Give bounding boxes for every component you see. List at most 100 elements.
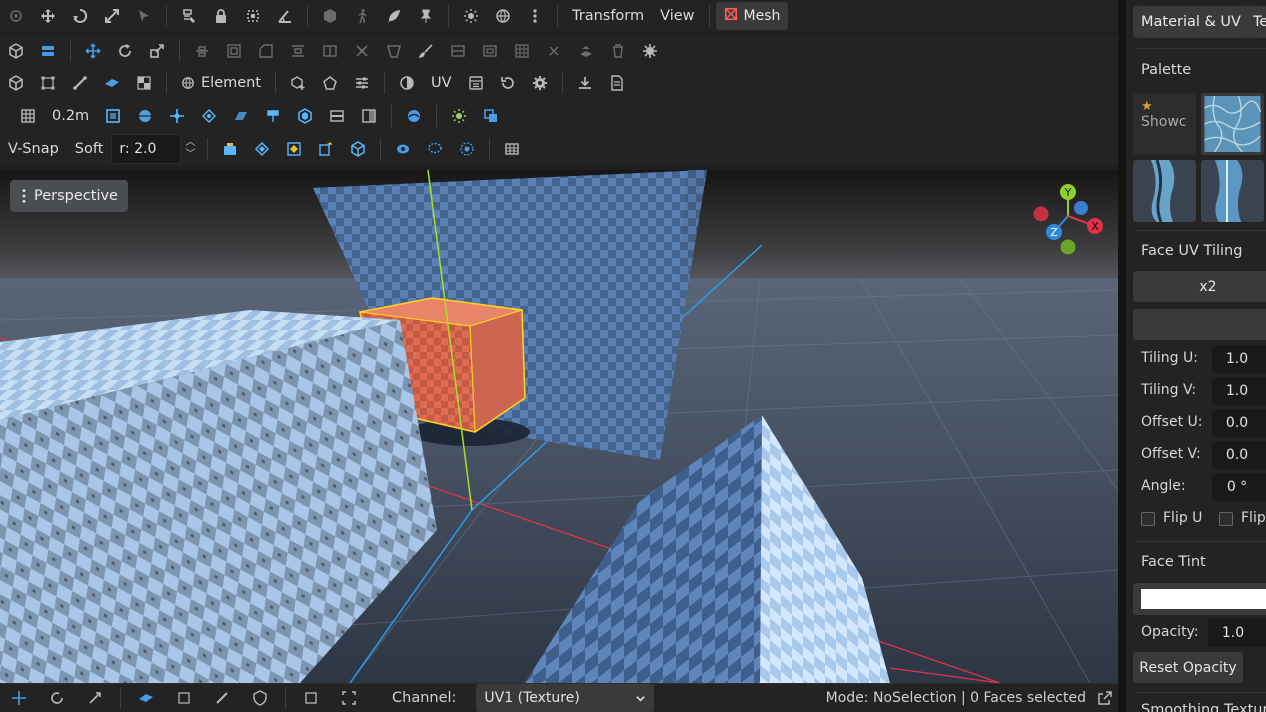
- water-texture-swatch[interactable]: [1201, 93, 1264, 155]
- translate-icon[interactable]: [77, 37, 109, 65]
- sun-icon[interactable]: [443, 102, 475, 130]
- pivot-icon[interactable]: [0, 2, 32, 30]
- offset-u-input[interactable]: 0.0: [1212, 409, 1266, 437]
- snap-move-icon[interactable]: [161, 102, 193, 130]
- rotate-icon[interactable]: [109, 37, 141, 65]
- opacity-input[interactable]: 1.0: [1208, 619, 1266, 647]
- edge-small-icon[interactable]: [203, 684, 241, 712]
- perspective-button[interactable]: Perspective: [10, 180, 128, 212]
- snap-edit-icon[interactable]: [310, 135, 342, 163]
- dissolve-icon[interactable]: [538, 37, 570, 65]
- split-icon[interactable]: [314, 37, 346, 65]
- snap-pivot-icon[interactable]: [257, 102, 289, 130]
- radius-stepper[interactable]: ︿ ﹀: [185, 137, 195, 161]
- orbit-icon[interactable]: [398, 102, 430, 130]
- tab-material-uv[interactable]: Material & UV: [1133, 6, 1249, 38]
- add-object-icon[interactable]: [282, 69, 314, 97]
- uv-grid-icon[interactable]: [292, 684, 330, 712]
- snap-diamond-icon[interactable]: [246, 135, 278, 163]
- globe-icon[interactable]: [487, 2, 519, 30]
- paint-brush-icon[interactable]: [410, 37, 442, 65]
- loop-cut-icon[interactable]: [442, 37, 474, 65]
- flip-v-checkbox[interactable]: [1219, 512, 1233, 526]
- scale-tool-icon[interactable]: [96, 2, 128, 30]
- tiling-v-input[interactable]: 1.0: [1212, 377, 1266, 405]
- snap-camera-icon[interactable]: [214, 135, 246, 163]
- rotate-small-icon[interactable]: [38, 684, 76, 712]
- snap-sphere-icon[interactable]: [129, 102, 161, 130]
- scale-small-icon[interactable]: [76, 684, 114, 712]
- radius-input[interactable]: [111, 134, 182, 164]
- x2-tiling-button[interactable]: x2: [1133, 271, 1266, 302]
- pin-icon[interactable]: [410, 2, 442, 30]
- duplicate-icon[interactable]: [475, 102, 507, 130]
- tiling-preset-button[interactable]: [1133, 309, 1266, 340]
- grid-snap-icon[interactable]: [237, 2, 269, 30]
- snap-edge-icon[interactable]: [321, 102, 353, 130]
- bevel-icon[interactable]: [250, 37, 282, 65]
- tab-second[interactable]: Te: [1245, 6, 1266, 38]
- channel-select[interactable]: UV1 (Texture): [476, 684, 655, 712]
- transform-menu[interactable]: Transform: [564, 2, 652, 30]
- chevron-down-icon[interactable]: ﹀: [185, 149, 195, 161]
- move-tool-icon[interactable]: [32, 2, 64, 30]
- snap-vertex-icon[interactable]: [193, 102, 225, 130]
- external-link-icon[interactable]: [1092, 684, 1118, 712]
- grid-icon[interactable]: [12, 102, 44, 130]
- angle-input[interactable]: 0 °: [1212, 473, 1266, 501]
- eye-icon[interactable]: [387, 135, 419, 163]
- face-small-icon[interactable]: [127, 684, 165, 712]
- file-icon[interactable]: [601, 69, 633, 97]
- download-icon[interactable]: [569, 69, 601, 97]
- paint-select-icon[interactable]: [451, 135, 483, 163]
- grid-size-value[interactable]: 0.2m: [44, 102, 97, 130]
- table-icon[interactable]: [496, 135, 528, 163]
- scale-icon[interactable]: [141, 37, 173, 65]
- move-small-icon[interactable]: [0, 684, 38, 712]
- select-cursor-icon[interactable]: [128, 2, 160, 30]
- column-texture-swatch-1[interactable]: [1133, 160, 1196, 222]
- frame-icon[interactable]: [330, 684, 368, 712]
- sliders-icon[interactable]: [346, 69, 378, 97]
- tiling-u-input[interactable]: 1.0: [1212, 345, 1266, 373]
- layers-icon[interactable]: [32, 37, 64, 65]
- edge-mode-icon[interactable]: [64, 69, 96, 97]
- flip-u-checkbox[interactable]: [1141, 512, 1155, 526]
- offset-v-input[interactable]: 0.0: [1212, 441, 1266, 469]
- cube-mode-icon[interactable]: [0, 37, 32, 65]
- snap-to-grid-icon[interactable]: [97, 102, 129, 130]
- uv-sphere-icon[interactable]: [391, 69, 423, 97]
- settings-gear-icon[interactable]: [524, 69, 556, 97]
- vsnap-toggle[interactable]: V-Snap: [0, 135, 67, 163]
- subdivide-icon[interactable]: [474, 37, 506, 65]
- checker-icon[interactable]: [128, 69, 160, 97]
- flatten-icon[interactable]: [570, 37, 602, 65]
- trash-icon[interactable]: [602, 37, 634, 65]
- merge-icon[interactable]: [346, 37, 378, 65]
- face-mode-icon[interactable]: [96, 69, 128, 97]
- view-menu[interactable]: View: [652, 2, 702, 30]
- document-edit-icon[interactable]: [173, 2, 205, 30]
- mesh-button[interactable]: Mesh: [715, 2, 789, 30]
- lasso-icon[interactable]: [419, 135, 451, 163]
- bucket-icon[interactable]: [378, 37, 410, 65]
- lock-icon[interactable]: [205, 2, 237, 30]
- snap-gold-icon[interactable]: [278, 135, 310, 163]
- uv-list-icon[interactable]: [460, 69, 492, 97]
- vertex-small-icon[interactable]: [165, 684, 203, 712]
- light-icon[interactable]: [455, 2, 487, 30]
- snap-face-icon[interactable]: [353, 102, 385, 130]
- gear-bright-icon[interactable]: [634, 37, 666, 65]
- grid-fill-icon[interactable]: [506, 37, 538, 65]
- more-vertical-icon[interactable]: [519, 2, 551, 30]
- panel-divider[interactable]: [1118, 0, 1126, 712]
- axis-gizmo[interactable]: Y X Z: [1030, 182, 1106, 258]
- object-mode-icon[interactable]: [0, 69, 32, 97]
- snap-box-icon[interactable]: [342, 135, 374, 163]
- inset-icon[interactable]: [218, 37, 250, 65]
- snap-cube-icon[interactable]: [289, 102, 321, 130]
- walk-icon[interactable]: [346, 2, 378, 30]
- polygon-icon[interactable]: [314, 69, 346, 97]
- uv-menu[interactable]: UV: [423, 69, 460, 97]
- element-button[interactable]: Element: [173, 69, 269, 97]
